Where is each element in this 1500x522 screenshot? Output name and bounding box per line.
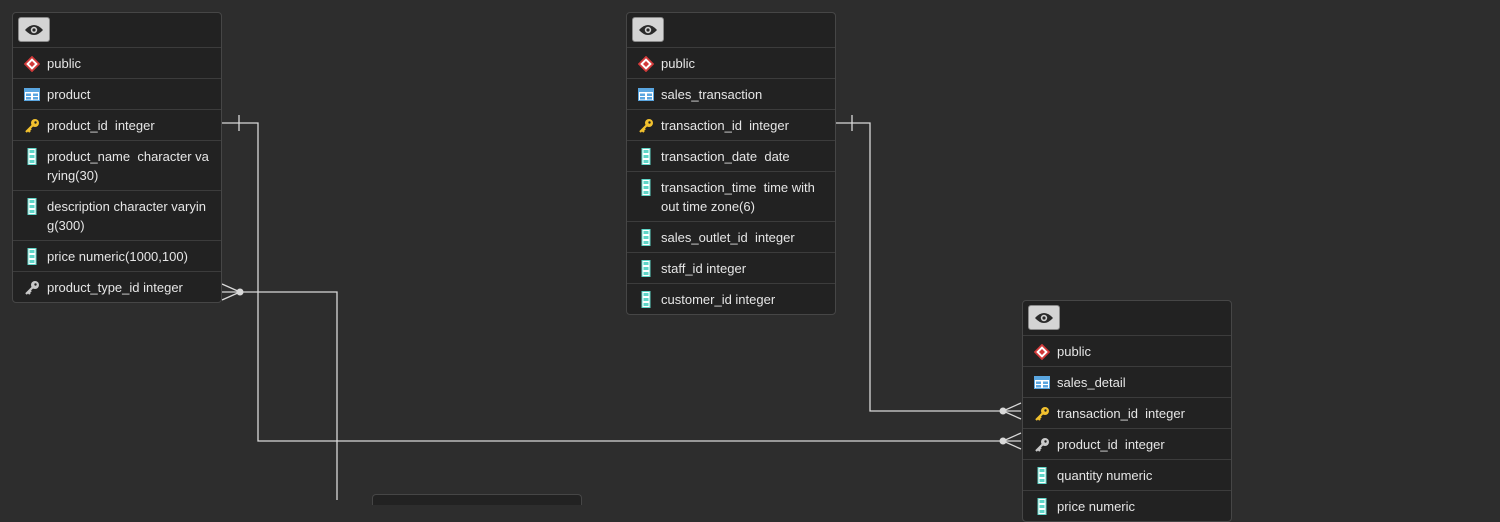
column-icon xyxy=(23,197,41,216)
column-row[interactable]: price numeric(1000,100) xyxy=(13,241,221,272)
edge-product-to-sales-detail xyxy=(221,122,1003,442)
column-row[interactable]: transaction_date date xyxy=(627,141,835,172)
column-row-label: staff_id integer xyxy=(661,261,747,276)
schema-row-label: public xyxy=(47,56,81,71)
column-row-label: transaction_date date xyxy=(661,149,790,164)
foreign-key-icon xyxy=(1033,435,1051,454)
column-row[interactable]: customer_id integer xyxy=(627,284,835,314)
column-row-label: quantity numeric xyxy=(1057,468,1153,483)
schema-row-label: public xyxy=(661,56,695,71)
column-row[interactable]: transaction_time time with out time zone… xyxy=(627,172,835,222)
column-row-label: price numeric(1000,100) xyxy=(47,249,188,264)
column-row-label: product_id integer xyxy=(1057,437,1165,452)
edge-dot xyxy=(999,437,1007,445)
schema-row[interactable]: public xyxy=(1023,336,1231,367)
column-row[interactable]: product_type_id integer xyxy=(13,272,221,302)
table-name-row-label: sales_transaction xyxy=(661,87,763,102)
eye-icon[interactable] xyxy=(18,17,50,42)
primary-key-icon xyxy=(23,116,41,135)
column-icon xyxy=(23,247,41,266)
column-row-label: product_type_id integer xyxy=(47,280,183,295)
table-icon xyxy=(637,85,655,104)
table-header xyxy=(13,13,221,48)
column-row-label: sales_outlet_id integer xyxy=(661,230,795,245)
column-row[interactable]: description character varyin g(300) xyxy=(13,191,221,241)
column-icon xyxy=(637,178,655,197)
edge-dot xyxy=(999,407,1007,415)
column-icon xyxy=(637,259,655,278)
column-row[interactable]: staff_id integer xyxy=(627,253,835,284)
schema-icon xyxy=(23,54,41,73)
primary-key-icon xyxy=(1033,404,1051,423)
column-icon xyxy=(637,290,655,309)
edge-dot xyxy=(236,288,244,296)
column-icon xyxy=(1033,466,1051,485)
schema-icon xyxy=(1033,342,1051,361)
table-name-row[interactable]: sales_transaction xyxy=(627,79,835,110)
eye-icon[interactable] xyxy=(632,17,664,42)
table-icon xyxy=(23,85,41,104)
column-row-label: product_name character va rying(30) xyxy=(47,149,209,183)
column-icon xyxy=(637,147,655,166)
column-row[interactable]: sales_outlet_id integer xyxy=(627,222,835,253)
table-icon xyxy=(1033,373,1051,392)
column-row[interactable]: product_name character va rying(30) xyxy=(13,141,221,191)
primary-key-icon xyxy=(637,116,655,135)
column-icon xyxy=(23,147,41,166)
column-row[interactable]: transaction_id integer xyxy=(1023,398,1231,429)
column-row-label: customer_id integer xyxy=(661,292,776,307)
eye-icon[interactable] xyxy=(1028,305,1060,330)
schema-row[interactable]: public xyxy=(627,48,835,79)
edge-product-type xyxy=(240,291,338,500)
table-sales-transaction[interactable]: public sales_transaction transaction_id in… xyxy=(626,12,836,315)
table-header xyxy=(1023,301,1231,336)
table-name-row[interactable]: product xyxy=(13,79,221,110)
column-row-label: transaction_id integer xyxy=(1057,406,1185,421)
column-row-label: transaction_id integer xyxy=(661,118,789,133)
table-name-row[interactable]: sales_detail xyxy=(1023,367,1231,398)
column-row[interactable]: product_id integer xyxy=(13,110,221,141)
table-name-row-label: sales_detail xyxy=(1057,375,1126,390)
column-row-label: transaction_time time with out time zone… xyxy=(661,180,815,214)
schema-row-label: public xyxy=(1057,344,1091,359)
column-row[interactable]: transaction_id integer xyxy=(627,110,835,141)
table-header xyxy=(627,13,835,48)
column-row[interactable]: product_id integer xyxy=(1023,429,1231,460)
schema-icon xyxy=(637,54,655,73)
table-name-row-label: product xyxy=(47,87,91,102)
column-row-label: product_id integer xyxy=(47,118,155,133)
column-row-label: description character varyin g(300) xyxy=(47,199,206,233)
table-product[interactable]: public product product_id integer product_n… xyxy=(12,12,222,303)
column-row[interactable]: price numeric xyxy=(1023,491,1231,521)
foreign-key-icon xyxy=(23,278,41,297)
edge-transaction-to-sales-detail xyxy=(835,122,1003,412)
table-sales-detail[interactable]: public sales_detail transaction_id integer… xyxy=(1022,300,1232,522)
column-row[interactable]: quantity numeric xyxy=(1023,460,1231,491)
column-icon xyxy=(637,228,655,247)
schema-row[interactable]: public xyxy=(13,48,221,79)
